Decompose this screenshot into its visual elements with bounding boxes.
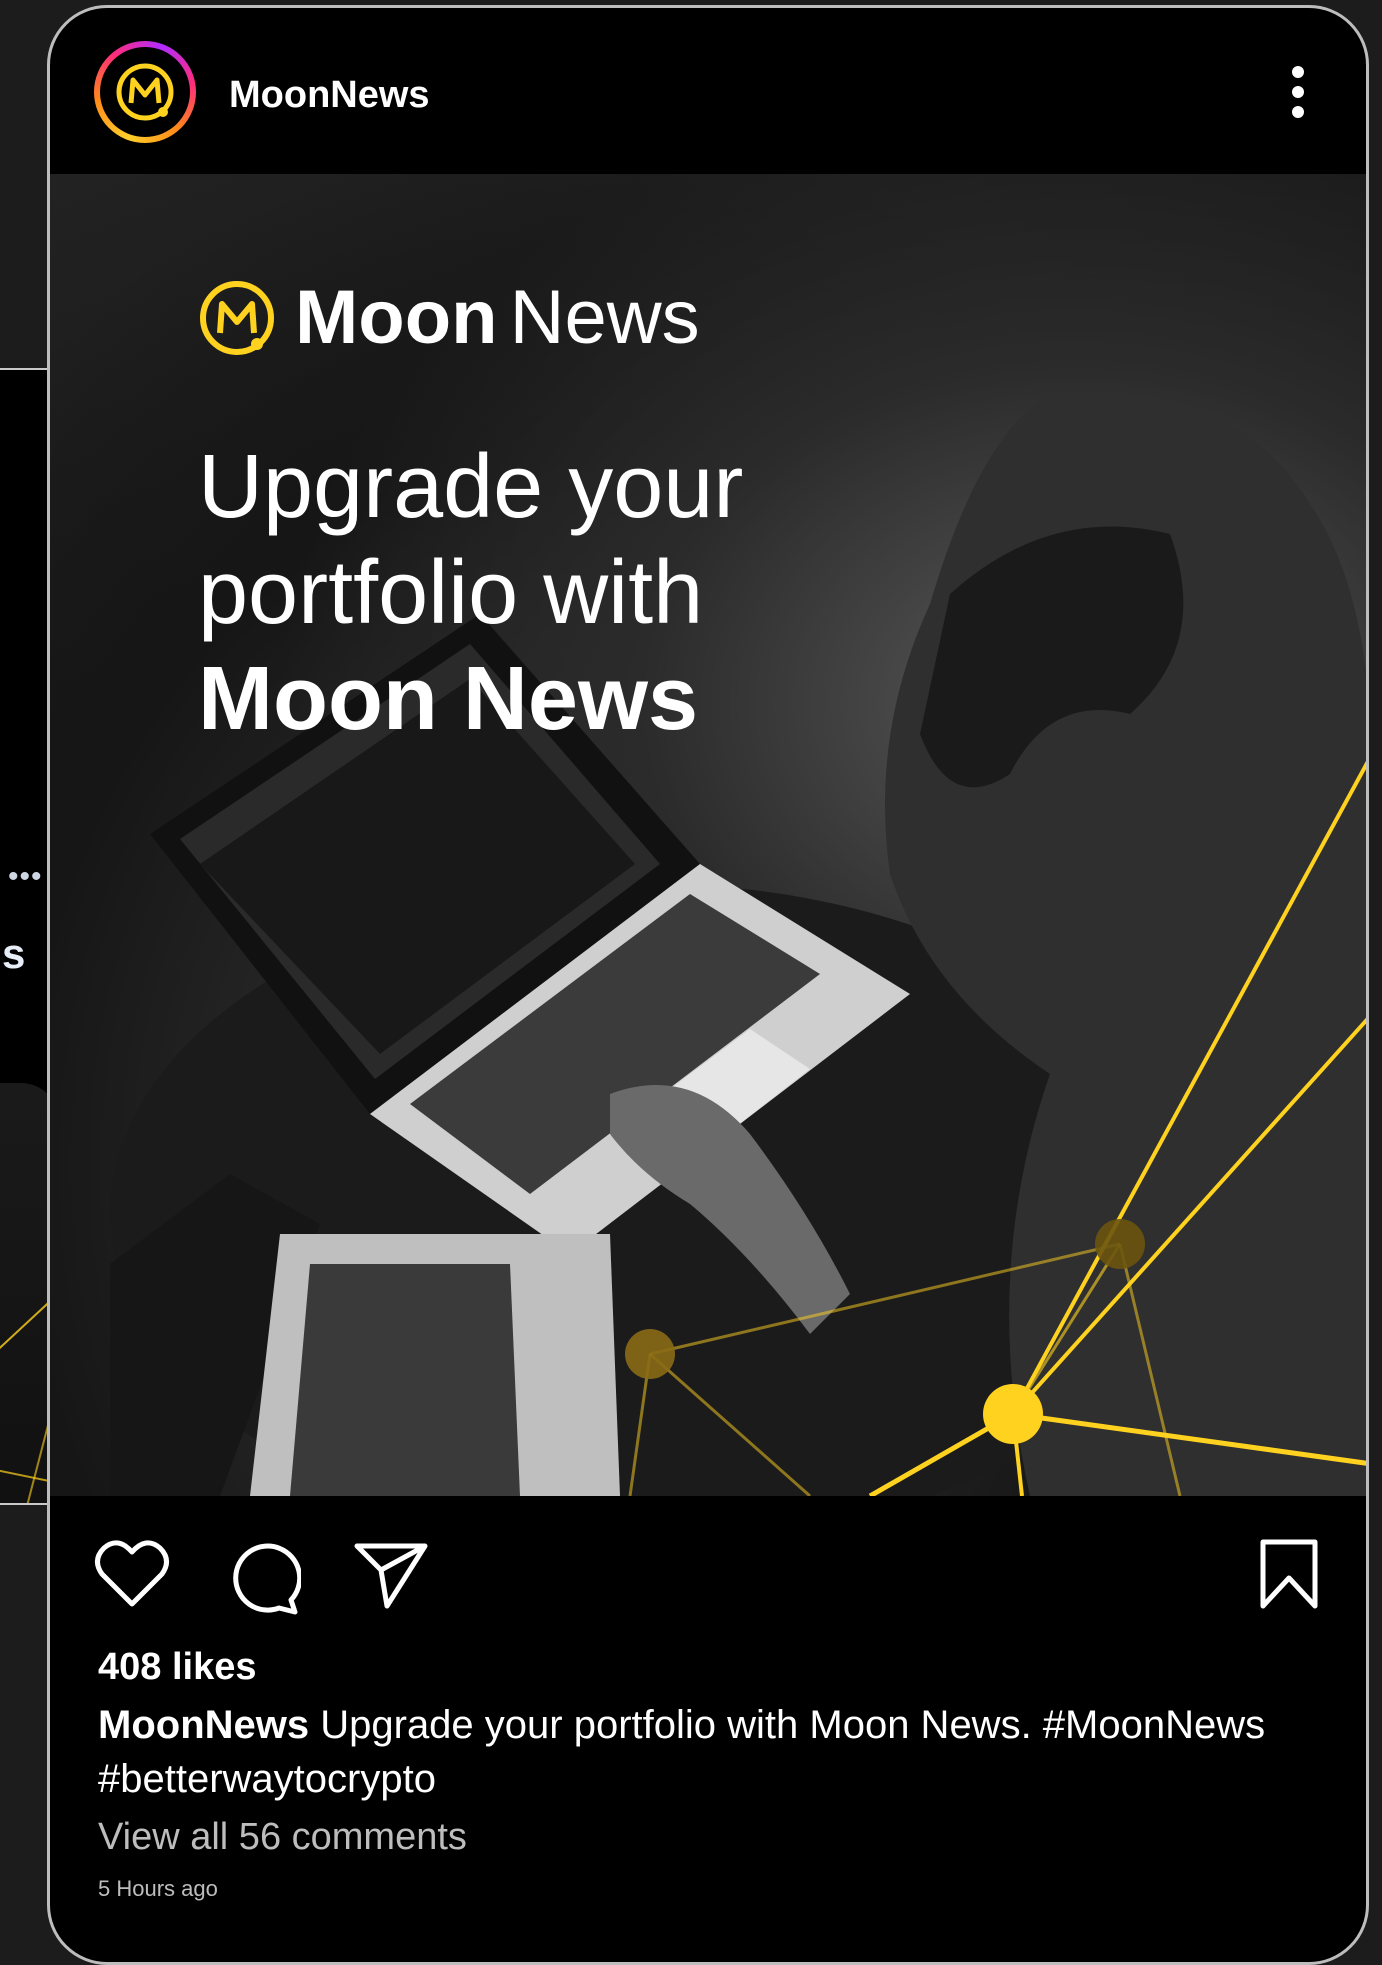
- post-header: MoonNews: [50, 8, 1366, 174]
- menu-dots-icon[interactable]: •••: [8, 860, 43, 894]
- account-name[interactable]: MoonNews: [229, 74, 430, 117]
- moon-logo-icon: [116, 63, 174, 121]
- caption-username[interactable]: MoonNews: [98, 1703, 309, 1747]
- kebab-menu-icon[interactable]: [1290, 66, 1306, 122]
- headline-line-3: Moon News: [198, 649, 699, 749]
- likes-count[interactable]: 408 likes: [98, 1646, 256, 1689]
- headline-line-1: Upgrade your: [198, 437, 744, 537]
- post-timestamp: 5 Hours ago: [98, 1876, 218, 1901]
- heart-icon[interactable]: [94, 1538, 170, 1610]
- post-actions: [50, 1518, 1366, 1618]
- image-headline: Upgrade your portfolio with Moon News: [198, 434, 743, 752]
- send-icon[interactable]: [353, 1540, 429, 1610]
- brand-logo: Moon News: [195, 274, 700, 361]
- bookmark-icon[interactable]: [1257, 1538, 1321, 1610]
- post-card: MoonNews Moon News Upgrade your portfoli…: [47, 5, 1369, 1965]
- photo-scene: [110, 391, 1366, 1496]
- moon-logo-icon: [200, 280, 274, 355]
- comment-icon[interactable]: [225, 1540, 301, 1616]
- brand-name-light: News: [509, 275, 700, 360]
- headline-line-2: portfolio with: [198, 543, 704, 643]
- post-image: Moon News Upgrade your portfolio with Mo…: [50, 174, 1366, 1496]
- post-caption: MoonNews Upgrade your portfolio with Moo…: [98, 1698, 1298, 1806]
- avatar[interactable]: [94, 41, 196, 143]
- brand-name-bold: Moon: [295, 275, 498, 360]
- view-comments-link[interactable]: View all 56 comments: [98, 1816, 467, 1859]
- account-name-fragment: s: [2, 930, 26, 977]
